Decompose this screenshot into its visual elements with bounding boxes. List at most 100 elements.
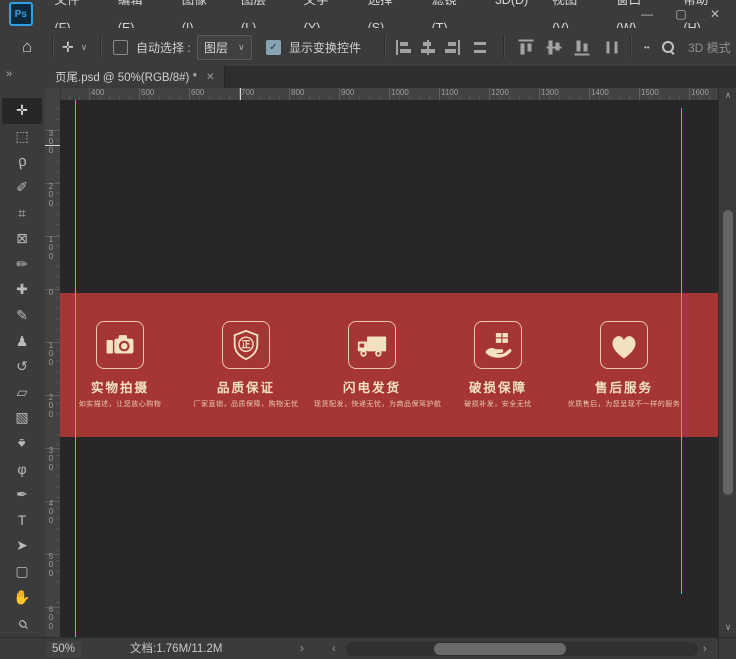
align-right-icon bbox=[444, 40, 460, 55]
vertical-scrollbar[interactable]: ∧ ∨ bbox=[718, 88, 736, 637]
document-tab-bar: 页尾.psd @ 50%(RGB/8#) * ✕ bbox=[45, 66, 736, 88]
horizontal-scrollbar[interactable] bbox=[346, 642, 698, 656]
ruler-label: 700 bbox=[241, 88, 254, 97]
dodge-tool[interactable]: φ bbox=[2, 456, 42, 482]
vertical-scrollbar-thumb[interactable] bbox=[723, 210, 733, 495]
gradient-tool[interactable]: ▧ bbox=[2, 405, 42, 431]
search-button[interactable] bbox=[662, 28, 674, 66]
service-subtitle: 破损补发，安全无忧 bbox=[440, 399, 556, 409]
blur-tool-icon: ♠ bbox=[18, 436, 25, 452]
close-button[interactable]: ✕ bbox=[698, 0, 732, 28]
expand-tools-button[interactable]: » bbox=[6, 68, 11, 80]
service-title: 售后服务 bbox=[566, 377, 682, 396]
close-tab-icon[interactable]: ✕ bbox=[206, 72, 214, 83]
service-item-quality: 正 品质保证 厂家直销，品质保障，购物无忧 bbox=[188, 321, 304, 409]
document-tab-title: 页尾.psd @ 50%(RGB/8#) * bbox=[55, 69, 197, 85]
guide-line-left[interactable] bbox=[75, 100, 76, 637]
brush-tool[interactable]: ✎ bbox=[2, 303, 42, 329]
ruler-label: 400 bbox=[47, 500, 55, 525]
history-brush-tool[interactable]: ↺ bbox=[2, 354, 42, 380]
dodge-tool-icon: φ bbox=[17, 461, 26, 477]
ruler-label: 200 bbox=[47, 183, 55, 208]
align-left-button[interactable] bbox=[396, 28, 412, 66]
ruler-label: 1300 bbox=[541, 88, 559, 97]
align-right-button[interactable] bbox=[444, 28, 460, 66]
zoom-tool[interactable]: ϙ bbox=[2, 610, 42, 636]
home-button[interactable]: ⌂ bbox=[22, 28, 32, 66]
show-transform-checkbox[interactable]: ✓ bbox=[266, 40, 281, 55]
minimize-button[interactable]: — bbox=[630, 0, 664, 28]
distribute-horizontal-button[interactable] bbox=[472, 28, 488, 66]
quick-selection-tool[interactable]: ✐ bbox=[2, 175, 42, 201]
service-item-aftersale: 售后服务 优质售后，为您呈现不一样的服务 bbox=[566, 321, 682, 409]
ruler-label: 1400 bbox=[591, 88, 609, 97]
frame-tool-icon: ⊠ bbox=[16, 230, 28, 247]
scroll-up-icon[interactable]: ∧ bbox=[719, 90, 736, 101]
rectangle-tool[interactable]: ▢ bbox=[2, 559, 42, 585]
auto-select-label: 自动选择 : bbox=[136, 39, 191, 56]
align-bottom-button[interactable] bbox=[574, 28, 590, 66]
align-top-icon bbox=[519, 39, 534, 55]
zoom-level-field[interactable]: 50% bbox=[46, 641, 81, 657]
align-vertical-center-button[interactable] bbox=[546, 28, 562, 66]
distribute-vertical-button[interactable] bbox=[604, 28, 620, 66]
clone-stamp-tool[interactable]: ♟ bbox=[2, 328, 42, 354]
align-bottom-icon bbox=[575, 39, 590, 55]
lasso-tool-icon: ρ bbox=[16, 153, 27, 171]
3d-mode-label: 3D 模式 bbox=[688, 28, 731, 66]
path-selection-tool[interactable]: ➤ bbox=[2, 533, 42, 559]
status-options-chevron[interactable]: › bbox=[300, 641, 304, 657]
photoshop-window: Ps 文件(F)编辑(E)图像(I)图层(L)文字(Y)选择(S)滤镜(T)3D… bbox=[0, 0, 736, 659]
scroll-right-icon[interactable]: › bbox=[703, 641, 707, 657]
service-subtitle: 优质售后，为您呈现不一样的服务 bbox=[566, 399, 682, 409]
align-vertical-center-icon bbox=[547, 39, 562, 55]
service-title: 破损保障 bbox=[440, 377, 556, 396]
eraser-tool[interactable]: ▱ bbox=[2, 380, 42, 406]
horizontal-scrollbar-thumb[interactable] bbox=[434, 643, 566, 655]
window-resize-corner bbox=[718, 638, 736, 659]
footer-banner-artwork: 实物拍摄 如实描述，让您放心购物 正 品质保证 厂家直销，品质保障，购物无忧 bbox=[60, 293, 718, 437]
guide-line-right[interactable] bbox=[681, 108, 682, 594]
ruler-label: 500 bbox=[141, 88, 154, 97]
auto-select-target-dropdown[interactable]: 图层 ∨ bbox=[197, 28, 252, 66]
healing-brush-tool-icon: ✚ bbox=[16, 281, 28, 298]
chevron-down-icon: ∨ bbox=[81, 42, 88, 53]
service-subtitle: 厂家直销，品质保障，购物无忧 bbox=[188, 399, 304, 409]
document-tab[interactable]: 页尾.psd @ 50%(RGB/8#) * ✕ bbox=[45, 66, 225, 88]
ruler-label: 300 bbox=[47, 447, 55, 472]
pen-tool[interactable]: ✒ bbox=[2, 482, 42, 508]
hand-tool[interactable]: ✋ bbox=[2, 584, 42, 610]
vertical-ruler[interactable]: 3002001000100200300400500600 bbox=[45, 100, 61, 637]
align-left-icon bbox=[396, 40, 412, 55]
heart-icon bbox=[600, 321, 648, 369]
ruler-label: 1000 bbox=[391, 88, 409, 97]
tool-preset-picker[interactable]: ✛ ∨ bbox=[62, 28, 87, 66]
maximize-button[interactable]: ▢ bbox=[664, 0, 698, 28]
crop-tool[interactable]: ⌗ bbox=[2, 200, 42, 226]
scroll-down-icon[interactable]: ∨ bbox=[719, 622, 736, 633]
move-tool[interactable]: ✛ bbox=[2, 98, 42, 124]
scroll-left-icon[interactable]: ‹ bbox=[332, 641, 336, 657]
hand-tool-icon: ✋ bbox=[13, 589, 30, 606]
marquee-tool-icon: ⬚ bbox=[15, 128, 28, 145]
ruler-label: 800 bbox=[291, 88, 304, 97]
window-controls: — ▢ ✕ bbox=[630, 0, 732, 28]
auto-select-checkbox[interactable] bbox=[113, 40, 128, 55]
tools-panel: » ✛ ⬚ ρ ✐⌗ ⊠ ✏ ✚ ✎♟↺▱▧ ♠ φ ✒T➤▢ ✋ ϙ bbox=[0, 66, 46, 640]
align-horizontal-center-button[interactable] bbox=[420, 28, 436, 66]
eyedropper-tool[interactable]: ✏ bbox=[2, 252, 42, 278]
lasso-tool[interactable]: ρ bbox=[2, 149, 42, 175]
more-options-button[interactable]: •• bbox=[644, 28, 650, 66]
frame-tool[interactable]: ⊠ bbox=[2, 226, 42, 252]
ruler-label: 100 bbox=[47, 236, 55, 261]
blur-tool[interactable]: ♠ bbox=[2, 431, 42, 457]
ruler-label: 200 bbox=[47, 394, 55, 419]
document-canvas[interactable]: 实物拍摄 如实描述，让您放心购物 正 品质保证 厂家直销，品质保障，购物无忧 bbox=[60, 100, 718, 637]
ruler-label: 600 bbox=[191, 88, 204, 97]
healing-brush-tool[interactable]: ✚ bbox=[2, 277, 42, 303]
marquee-tool[interactable]: ⬚ bbox=[2, 124, 42, 150]
target-dropdown-value: 图层 bbox=[204, 39, 228, 56]
type-tool[interactable]: T bbox=[2, 508, 42, 534]
align-top-button[interactable] bbox=[518, 28, 534, 66]
ruler-label: 1200 bbox=[491, 88, 509, 97]
